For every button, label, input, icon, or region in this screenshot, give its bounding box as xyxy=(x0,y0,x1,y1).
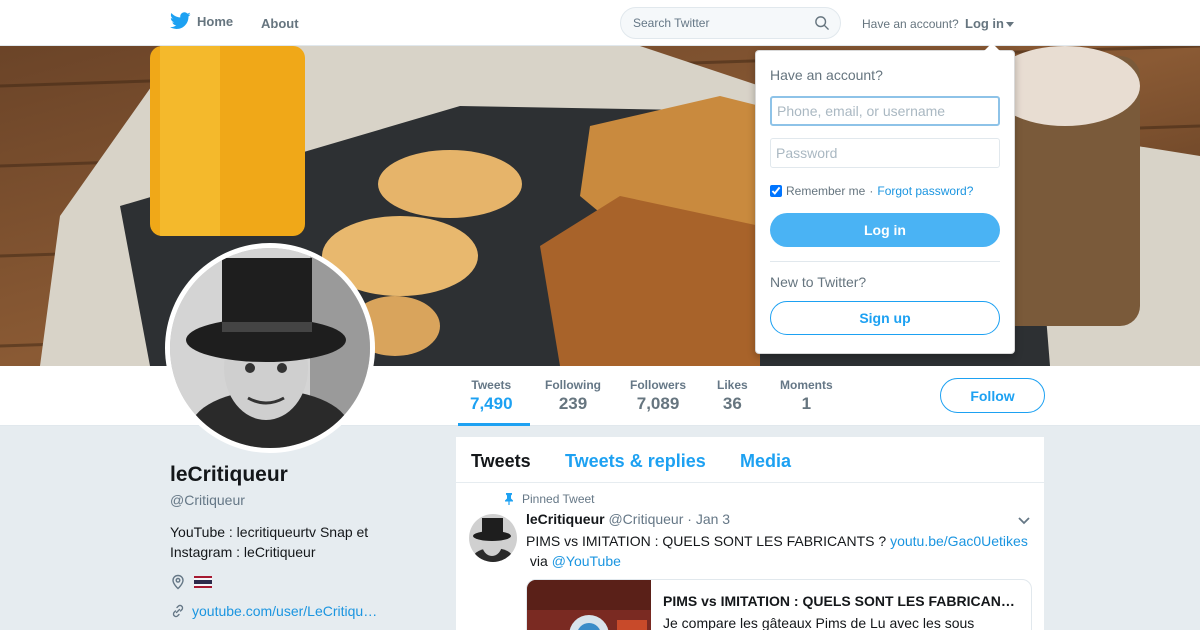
location-pin-icon xyxy=(172,574,184,590)
login-link-label: Log in xyxy=(965,16,1004,31)
pinned-label-text: Pinned Tweet xyxy=(522,492,595,506)
tweet-author-name[interactable]: leCritiqueur xyxy=(526,511,605,527)
password-input[interactable] xyxy=(770,138,1000,168)
nav-home-label: Home xyxy=(197,13,234,29)
nav-about-link[interactable]: About xyxy=(261,16,299,31)
nav-home-link[interactable]: Home xyxy=(170,12,233,30)
search-box xyxy=(620,7,841,39)
stat-label: Tweets xyxy=(471,378,512,392)
stat-value: 239 xyxy=(558,394,588,413)
new-to-twitter-text: New to Twitter? xyxy=(770,274,867,290)
profile-location: 🇹🇭 xyxy=(170,574,212,590)
search-input[interactable] xyxy=(621,8,801,38)
link-icon xyxy=(172,604,184,618)
chevron-down-icon[interactable] xyxy=(1018,517,1030,525)
tweet-via: via xyxy=(529,553,548,569)
forgot-password-link[interactable]: Forgot password? xyxy=(877,184,973,198)
remember-me-row: Remember me · Forgot password? xyxy=(770,184,973,198)
stat-value: 7,089 xyxy=(636,394,680,413)
card-thumbnail xyxy=(527,580,651,630)
profile-bio: YouTube : lecritiqueurtv Snap et Instagr… xyxy=(170,524,369,560)
remember-me-label[interactable]: Remember me xyxy=(786,184,865,198)
signup-button[interactable]: Sign up xyxy=(770,301,1000,335)
remember-me-checkbox[interactable] xyxy=(770,185,782,197)
dropdown-divider xyxy=(770,261,1000,262)
card-title: PIMS vs IMITATION : QUELS SONT LES FABRI… xyxy=(663,593,1023,609)
timeline: Tweets Tweets & replies Media Pinned Twe… xyxy=(456,437,1044,630)
tweet-header: leCritiqueur @Critiqueur · Jan 3 xyxy=(526,511,730,527)
stat-label: Moments xyxy=(780,378,833,392)
stat-moments[interactable]: Moments 1 xyxy=(780,378,833,414)
active-stat-indicator xyxy=(458,423,530,426)
follow-button[interactable]: Follow xyxy=(940,378,1045,413)
separator-dot: · xyxy=(869,184,874,198)
stat-label: Following xyxy=(545,378,601,392)
stat-value: 36 xyxy=(722,394,742,413)
profile-name[interactable]: leCritiqueur xyxy=(170,463,288,487)
tweet-link[interactable]: youtu.be/Gac0Uetikes xyxy=(890,533,1028,549)
login-button[interactable]: Log in xyxy=(770,213,1000,247)
twitter-bird-icon xyxy=(170,12,191,29)
card-description: Je compare les gâteaux Pims de Lu avec l… xyxy=(663,615,975,630)
tweet-author-handle[interactable]: @Critiqueur xyxy=(608,511,683,527)
pinned-tweet-label: Pinned Tweet xyxy=(504,492,595,506)
tweet-body: PIMS vs IMITATION : QUELS SONT LES FABRI… xyxy=(526,533,887,549)
tweet-avatar-image xyxy=(469,514,517,562)
stat-likes[interactable]: Likes 36 xyxy=(717,378,748,414)
profile-url[interactable]: youtube.com/user/LeCritiqu… xyxy=(170,603,377,619)
stat-following[interactable]: Following 239 xyxy=(545,378,601,414)
search-icon[interactable] xyxy=(815,16,829,30)
dropdown-arrow xyxy=(984,43,1000,51)
stat-followers[interactable]: Followers 7,089 xyxy=(630,378,686,414)
dropdown-title: Have an account? xyxy=(770,67,883,83)
tab-media[interactable]: Media xyxy=(740,451,791,472)
login-dropdown-toggle[interactable]: Log in xyxy=(965,16,1014,31)
have-account-text: Have an account? xyxy=(862,17,959,31)
top-nav-bar: Home About Have an account? Log in xyxy=(0,0,1200,46)
tweet-text: PIMS vs IMITATION : QUELS SONT LES FABRI… xyxy=(526,531,1036,571)
tweet-date[interactable]: · Jan 3 xyxy=(687,511,730,527)
stat-value: 7,490 xyxy=(470,394,513,413)
pin-icon xyxy=(505,493,513,505)
tweet-link-card[interactable]: PIMS vs IMITATION : QUELS SONT LES FABRI… xyxy=(526,579,1032,630)
stat-value: 1 xyxy=(801,394,812,413)
tab-tweets-replies[interactable]: Tweets & replies xyxy=(565,451,706,472)
timeline-tabs: Tweets Tweets & replies Media xyxy=(456,437,1044,483)
caret-down-icon xyxy=(1006,22,1014,28)
tab-tweets[interactable]: Tweets xyxy=(471,451,531,472)
thailand-flag-icon xyxy=(194,576,212,588)
username-input[interactable] xyxy=(770,96,1000,126)
tweet-mention[interactable]: @YouTube xyxy=(552,553,621,569)
profile-avatar[interactable] xyxy=(165,243,375,453)
stat-tweets[interactable]: Tweets 7,490 xyxy=(470,378,513,414)
stat-label: Followers xyxy=(630,378,687,392)
login-dropdown: Have an account? Remember me · Forgot pa… xyxy=(755,43,1015,354)
profile-url-text[interactable]: youtube.com/user/LeCritiqu… xyxy=(192,603,377,619)
stat-label: Likes xyxy=(717,378,748,392)
tweet-avatar[interactable] xyxy=(469,514,517,562)
profile-handle[interactable]: @Critiqueur xyxy=(170,492,245,508)
avatar-image xyxy=(170,248,370,448)
